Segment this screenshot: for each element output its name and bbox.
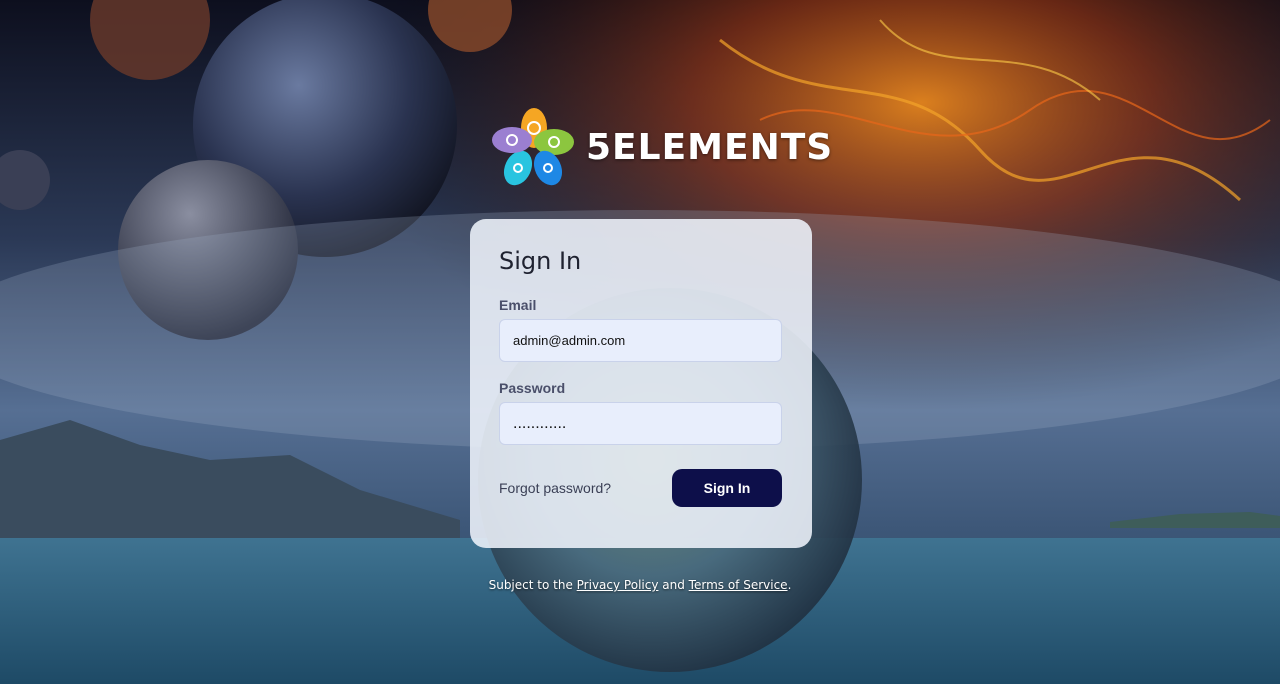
forgot-password-link[interactable]: Forgot password? [499, 480, 611, 496]
footer-suffix: . [787, 578, 792, 592]
footer-prefix: Subject to the [488, 578, 573, 592]
brand-name: 5ELEMENTS [586, 126, 834, 168]
signin-button[interactable]: Sign In [672, 469, 782, 507]
legal-footer: Subject to the Privacy Policy and Terms … [0, 578, 1280, 592]
terms-of-service-link[interactable]: Terms of Service [689, 578, 788, 592]
brand-logo: 5ELEMENTS [490, 106, 833, 188]
email-label: Email [499, 297, 537, 313]
signin-card: Sign In Email Password Forgot password? … [470, 219, 812, 548]
five-petal-flower-logo-icon [492, 108, 574, 186]
privacy-policy-link[interactable]: Privacy Policy [577, 578, 659, 592]
signin-title: Sign In [499, 247, 582, 275]
footer-and: and [662, 578, 685, 592]
password-field[interactable] [499, 402, 782, 445]
signin-actions: Forgot password? Sign In [499, 469, 782, 507]
password-label: Password [499, 380, 566, 396]
email-field[interactable] [499, 319, 782, 362]
